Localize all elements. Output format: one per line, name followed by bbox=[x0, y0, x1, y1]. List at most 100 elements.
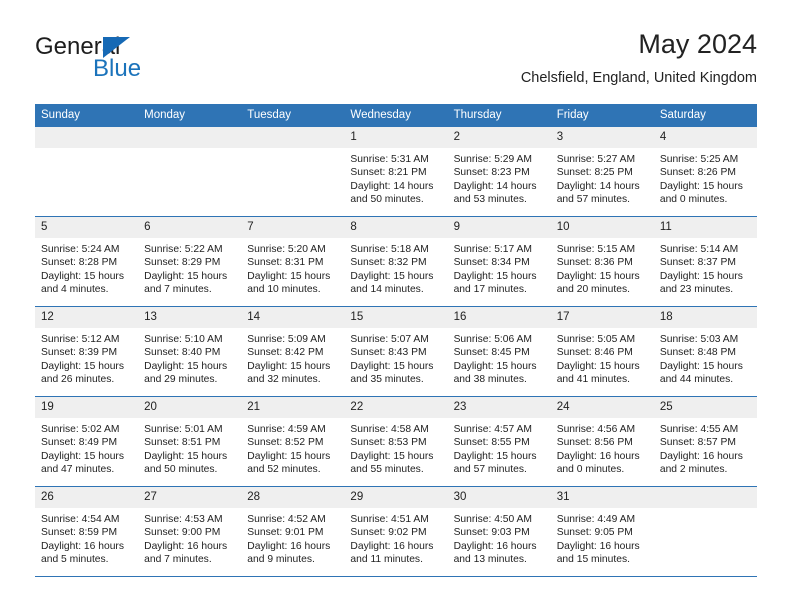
day-details: Sunrise: 4:53 AM Sunset: 9:00 PM Daylight:… bbox=[138, 508, 241, 567]
calendar-cell-empty bbox=[653, 486, 757, 577]
daylight-text-line1: Daylight: 16 hours bbox=[453, 540, 537, 552]
calendar-day-cell[interactable]: 19 Sunrise: 5:02 AM Sunset: 8:49 PM Dayligh… bbox=[35, 396, 139, 487]
calendar-day-cell[interactable]: 23 Sunrise: 4:57 AM Sunset: 8:55 PM Dayligh… bbox=[447, 396, 551, 487]
calendar-cell-inner: 7 Sunrise: 5:20 AM Sunset: 8:31 PM Daylight… bbox=[241, 217, 345, 306]
calendar-day-cell[interactable]: 16 Sunrise: 5:06 AM Sunset: 8:45 PM Dayligh… bbox=[447, 306, 551, 397]
calendar-day-cell[interactable]: 20 Sunrise: 5:01 AM Sunset: 8:51 PM Dayligh… bbox=[138, 396, 242, 487]
sunrise-text: Sunrise: 4:53 AM bbox=[144, 514, 223, 525]
daylight-text-line2: and 41 minutes. bbox=[556, 374, 630, 386]
calendar-day-cell[interactable]: 7 Sunrise: 5:20 AM Sunset: 8:31 PM Daylight… bbox=[241, 216, 345, 307]
calendar-day-cell[interactable]: 22 Sunrise: 4:58 AM Sunset: 8:53 PM Dayligh… bbox=[344, 396, 448, 487]
sunrise-text: Sunrise: 4:52 AM bbox=[247, 514, 326, 525]
calendar-cell-inner: 23 Sunrise: 4:57 AM Sunset: 8:55 PM Dayligh… bbox=[447, 397, 551, 486]
calendar-cell-inner: 19 Sunrise: 5:02 AM Sunset: 8:49 PM Dayligh… bbox=[35, 397, 139, 486]
calendar-day-cell[interactable]: 1 Sunrise: 5:31 AM Sunset: 8:21 PM Daylight… bbox=[344, 127, 448, 217]
calendar-day-cell[interactable]: 18 Sunrise: 5:03 AM Sunset: 8:48 PM Dayligh… bbox=[653, 306, 757, 397]
sunset-text: Sunset: 9:01 PM bbox=[247, 527, 324, 539]
calendar-day-cell[interactable]: 31 Sunrise: 4:49 AM Sunset: 9:05 PM Dayligh… bbox=[550, 486, 654, 577]
calendar-day-cell[interactable]: 15 Sunrise: 5:07 AM Sunset: 8:43 PM Dayligh… bbox=[344, 306, 448, 397]
sunrise-text: Sunrise: 4:56 AM bbox=[556, 424, 636, 435]
daylight-text-line2: and 7 minutes. bbox=[144, 554, 212, 566]
day-number: 17 bbox=[550, 307, 654, 328]
calendar-day-cell[interactable]: 9 Sunrise: 5:17 AM Sunset: 8:34 PM Daylight… bbox=[447, 216, 551, 307]
day-number: 2 bbox=[447, 127, 551, 148]
calendar-day-cell[interactable]: 26 Sunrise: 4:54 AM Sunset: 8:59 PM Dayligh… bbox=[35, 486, 139, 577]
daylight-text-line1: Daylight: 15 hours bbox=[659, 270, 743, 282]
calendar-day-cell[interactable]: 25 Sunrise: 4:55 AM Sunset: 8:57 PM Dayligh… bbox=[653, 396, 757, 487]
day-number: 24 bbox=[550, 397, 654, 418]
calendar-day-cell[interactable]: 17 Sunrise: 5:05 AM Sunset: 8:46 PM Dayligh… bbox=[550, 306, 654, 397]
day-details: Sunrise: 5:02 AM Sunset: 8:49 PM Daylight:… bbox=[35, 418, 138, 477]
calendar-day-cell[interactable]: 5 Sunrise: 5:24 AM Sunset: 8:28 PM Daylight… bbox=[35, 216, 139, 307]
calendar-week-row: 12 Sunrise: 5:12 AM Sunset: 8:39 PM Dayligh… bbox=[35, 306, 757, 397]
sunrise-text: Sunrise: 5:05 AM bbox=[556, 334, 636, 345]
calendar-day-cell[interactable]: 6 Sunrise: 5:22 AM Sunset: 8:29 PM Daylight… bbox=[138, 216, 242, 307]
calendar-day-cell[interactable]: 30 Sunrise: 4:50 AM Sunset: 9:03 PM Dayligh… bbox=[447, 486, 551, 577]
calendar-day-cell[interactable]: 28 Sunrise: 4:52 AM Sunset: 9:01 PM Dayligh… bbox=[241, 486, 345, 577]
weekday-header-tuesday: Tuesday bbox=[241, 104, 345, 127]
daylight-text-line1: Daylight: 15 hours bbox=[41, 360, 124, 372]
day-number bbox=[138, 127, 242, 148]
sunset-text: Sunset: 8:25 PM bbox=[556, 167, 633, 179]
daylight-text-line1: Daylight: 15 hours bbox=[144, 270, 228, 282]
sunset-text: Sunset: 8:36 PM bbox=[556, 257, 633, 269]
sunrise-text: Sunrise: 4:51 AM bbox=[350, 514, 429, 525]
calendar-cell-inner: 16 Sunrise: 5:06 AM Sunset: 8:45 PM Dayligh… bbox=[447, 307, 551, 396]
sunrise-text: Sunrise: 5:01 AM bbox=[144, 424, 223, 435]
daylight-text-line1: Daylight: 15 hours bbox=[247, 450, 331, 462]
daylight-text-line2: and 53 minutes. bbox=[453, 194, 527, 206]
day-details: Sunrise: 4:51 AM Sunset: 9:02 PM Daylight:… bbox=[344, 508, 447, 567]
daylight-text-line2: and 23 minutes. bbox=[659, 284, 734, 296]
sunrise-text: Sunrise: 5:06 AM bbox=[453, 334, 532, 345]
sunset-text: Sunset: 8:45 PM bbox=[453, 347, 530, 359]
sunset-text: Sunset: 8:42 PM bbox=[247, 347, 324, 359]
day-details: Sunrise: 5:27 AM Sunset: 8:25 PM Daylight:… bbox=[551, 148, 654, 207]
day-number: 16 bbox=[447, 307, 551, 328]
day-number: 3 bbox=[550, 127, 654, 148]
day-details: Sunrise: 5:01 AM Sunset: 8:51 PM Daylight:… bbox=[138, 418, 241, 477]
weekday-header-saturday: Saturday bbox=[653, 104, 757, 127]
day-details: Sunrise: 5:22 AM Sunset: 8:29 PM Daylight:… bbox=[138, 238, 241, 297]
weekday-header-thursday: Thursday bbox=[447, 104, 551, 127]
sunrise-text: Sunrise: 5:12 AM bbox=[41, 334, 120, 345]
daylight-text-line1: Daylight: 16 hours bbox=[144, 540, 228, 552]
day-number: 20 bbox=[138, 397, 242, 418]
calendar-day-cell[interactable]: 24 Sunrise: 4:56 AM Sunset: 8:56 PM Dayligh… bbox=[550, 396, 654, 487]
weekday-header-friday: Friday bbox=[550, 104, 654, 127]
calendar-day-cell[interactable]: 13 Sunrise: 5:10 AM Sunset: 8:40 PM Dayligh… bbox=[138, 306, 242, 397]
day-number: 18 bbox=[653, 307, 757, 328]
daylight-text-line2: and 13 minutes. bbox=[453, 554, 527, 566]
sunrise-text: Sunrise: 4:57 AM bbox=[453, 424, 532, 435]
calendar-day-cell[interactable]: 3 Sunrise: 5:27 AM Sunset: 8:25 PM Daylight… bbox=[550, 127, 654, 217]
calendar-day-cell[interactable]: 8 Sunrise: 5:18 AM Sunset: 8:32 PM Daylight… bbox=[344, 216, 448, 307]
daylight-text-line1: Daylight: 16 hours bbox=[41, 540, 124, 552]
calendar-day-cell[interactable]: 4 Sunrise: 5:25 AM Sunset: 8:26 PM Daylight… bbox=[653, 127, 757, 217]
daylight-text-line2: and 55 minutes. bbox=[350, 464, 424, 476]
calendar-cell-inner: 1 Sunrise: 5:31 AM Sunset: 8:21 PM Daylight… bbox=[344, 127, 448, 216]
calendar-cell-inner: 11 Sunrise: 5:14 AM Sunset: 8:37 PM Dayligh… bbox=[653, 217, 757, 306]
sunset-text: Sunset: 8:29 PM bbox=[144, 257, 221, 269]
calendar-cell-inner bbox=[35, 127, 139, 216]
brand-logo[interactable]: General Blue bbox=[35, 34, 235, 90]
calendar-day-cell[interactable]: 11 Sunrise: 5:14 AM Sunset: 8:37 PM Dayligh… bbox=[653, 216, 757, 307]
sunset-text: Sunset: 8:55 PM bbox=[453, 437, 530, 449]
sunrise-text: Sunrise: 5:02 AM bbox=[41, 424, 120, 435]
daylight-text-line1: Daylight: 16 hours bbox=[350, 540, 434, 552]
sunrise-text: Sunrise: 4:50 AM bbox=[453, 514, 532, 525]
sunset-text: Sunset: 8:28 PM bbox=[41, 257, 118, 269]
calendar-day-cell[interactable]: 2 Sunrise: 5:29 AM Sunset: 8:23 PM Daylight… bbox=[447, 127, 551, 217]
calendar-day-cell[interactable]: 10 Sunrise: 5:15 AM Sunset: 8:36 PM Dayligh… bbox=[550, 216, 654, 307]
calendar-day-cell[interactable]: 21 Sunrise: 4:59 AM Sunset: 8:52 PM Dayligh… bbox=[241, 396, 345, 487]
calendar-cell-inner bbox=[241, 127, 345, 216]
calendar-day-cell[interactable]: 14 Sunrise: 5:09 AM Sunset: 8:42 PM Dayligh… bbox=[241, 306, 345, 397]
calendar-day-cell[interactable]: 12 Sunrise: 5:12 AM Sunset: 8:39 PM Dayligh… bbox=[35, 306, 139, 397]
day-details: Sunrise: 5:18 AM Sunset: 8:32 PM Daylight:… bbox=[344, 238, 447, 297]
calendar-day-cell[interactable]: 27 Sunrise: 4:53 AM Sunset: 9:00 PM Dayligh… bbox=[138, 486, 242, 577]
daylight-text-line1: Daylight: 15 hours bbox=[453, 450, 537, 462]
day-number: 28 bbox=[241, 487, 345, 508]
day-details: Sunrise: 5:25 AM Sunset: 8:26 PM Daylight:… bbox=[654, 148, 757, 207]
calendar-header-row: Sunday Monday Tuesday Wednesday Thursday… bbox=[35, 104, 757, 127]
daylight-text-line1: Daylight: 15 hours bbox=[556, 360, 640, 372]
calendar-day-cell[interactable]: 29 Sunrise: 4:51 AM Sunset: 9:02 PM Dayligh… bbox=[344, 486, 448, 577]
day-number: 6 bbox=[138, 217, 242, 238]
